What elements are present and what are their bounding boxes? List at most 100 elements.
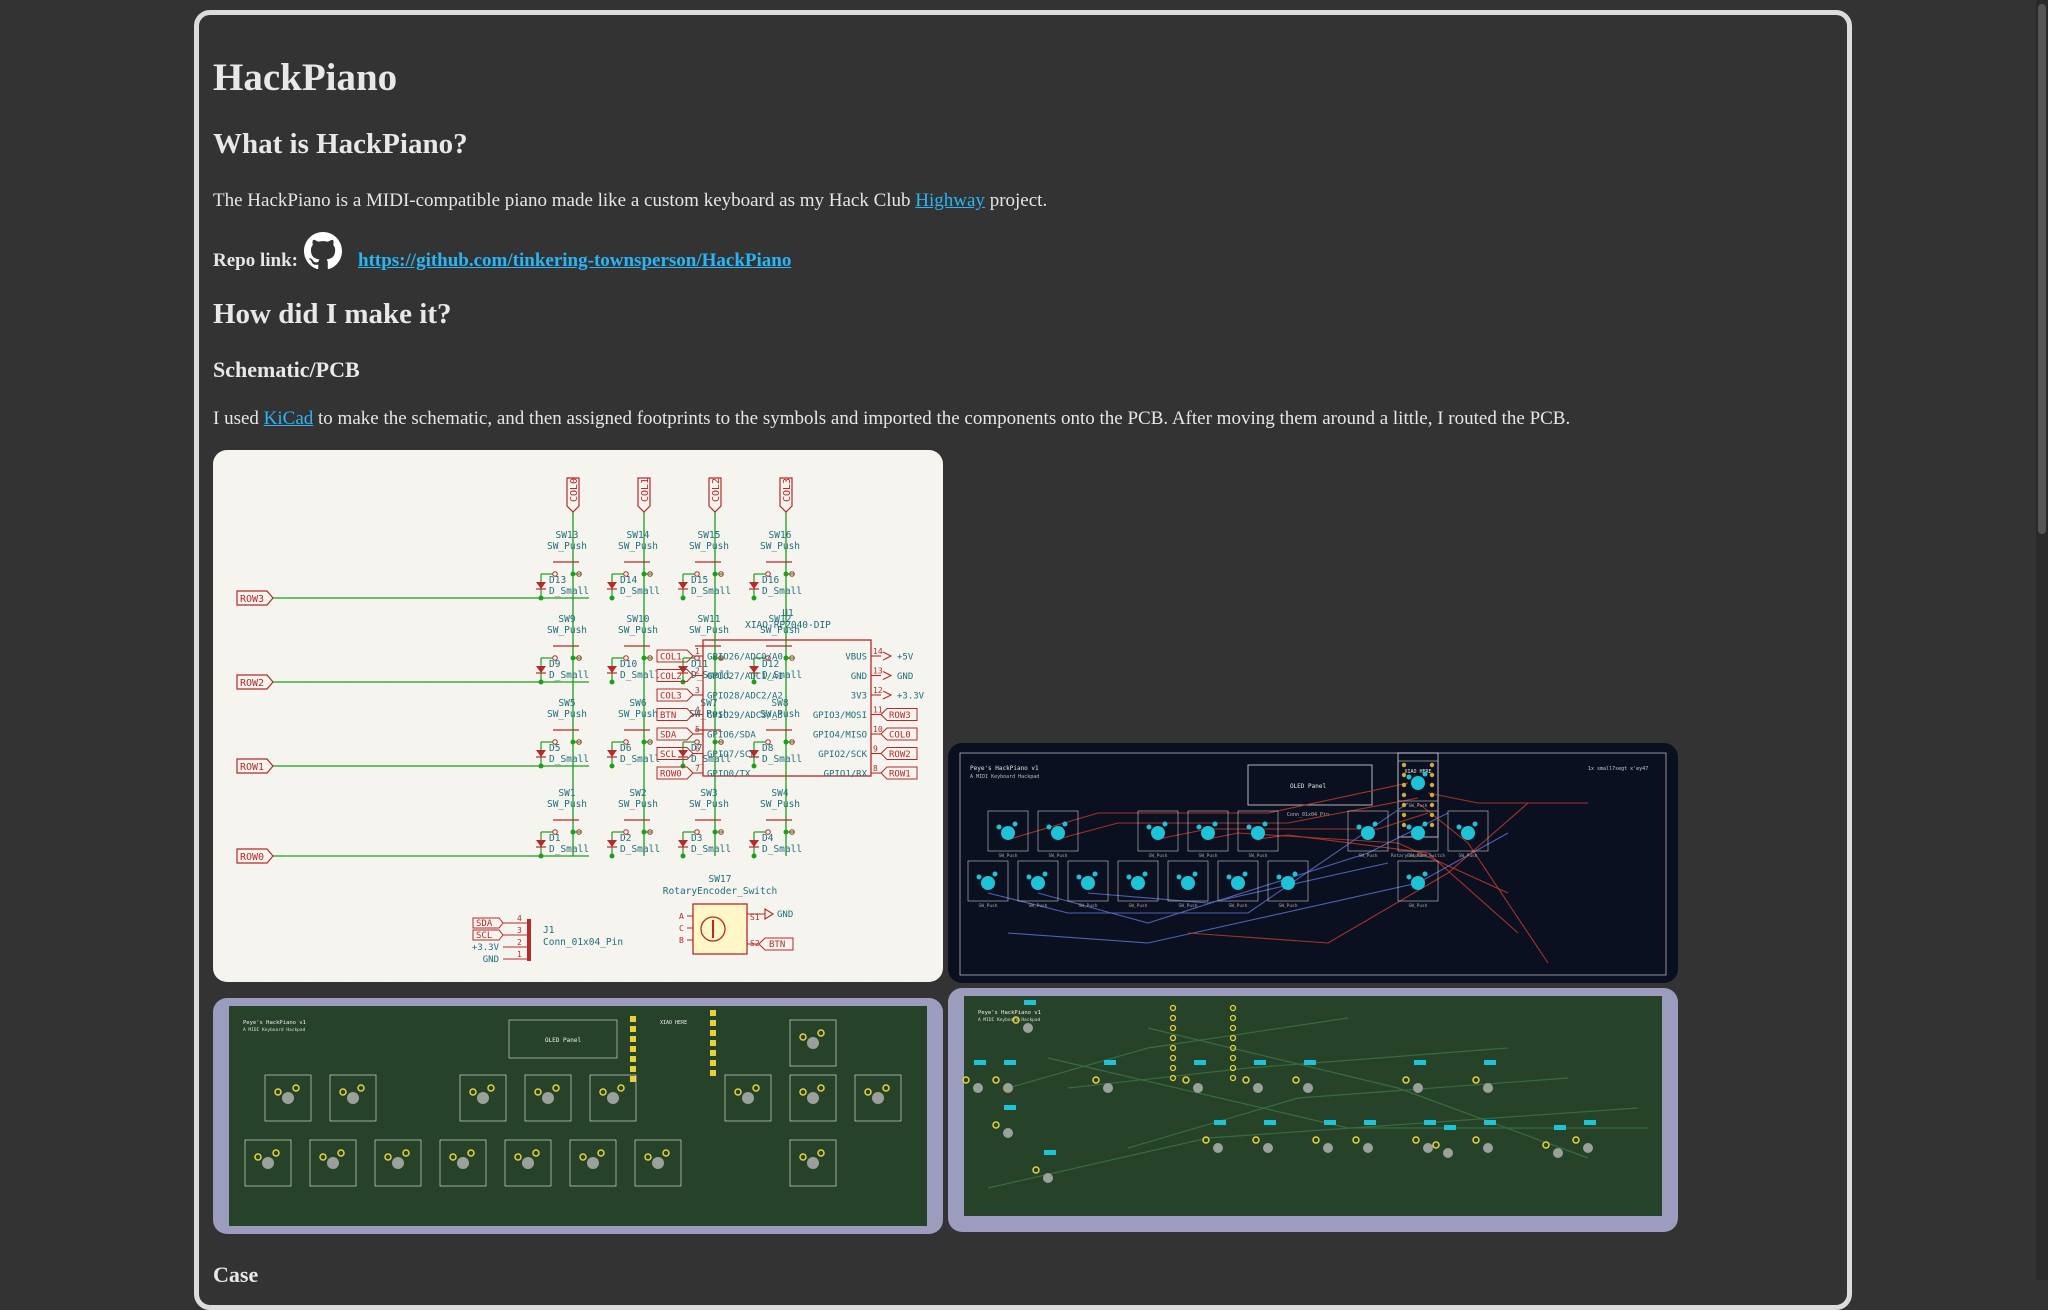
encoder-pin: B [679,936,684,945]
highway-link[interactable]: Highway [915,190,985,211]
junction [783,571,789,577]
github-icon[interactable] [304,232,342,276]
svg-text:SW_Push: SW_Push [1409,803,1428,809]
column-label: COL1 [640,478,651,502]
diode-value: D_Small [620,754,660,765]
switch-value: SW_Push [547,541,587,552]
junction [538,595,544,601]
svg-text:SW_Push: SW_Push [1459,853,1478,859]
diode-value: D_Small [620,670,660,681]
page-title: HackPiano [213,56,398,99]
pcb-board [964,996,1662,1216]
diode-value: D_Small [691,844,731,855]
pcb-switch-footprint: SW_Push [1447,810,1489,859]
diode-ref: D3 [691,833,702,844]
switch-value: SW_Push [760,541,800,552]
what-paragraph: The HackPiano is a MIDI-compatible piano… [213,190,1047,212]
switch-ref: SW14 [627,530,650,541]
mcu-pin-number: 13 [873,667,883,676]
kicad-link[interactable]: KiCad [264,408,314,429]
svg-text:SW_Push: SW_Push [999,853,1018,859]
pcb-routing-image: Peye's HackPiano v1 A MIDI Keyboard Hackp… [948,743,1678,983]
net-label: COL1 [660,653,682,663]
net-label: SDA [660,731,677,741]
pcb-title: Peye's HackPiano v1 [970,765,1039,772]
mcu-pin-number: 1 [695,647,700,656]
junction [680,595,686,601]
net-label: ROW1 [889,770,911,780]
gnd-symbol [764,908,775,920]
diode-ref: D2 [620,833,631,844]
pcb-routing-svg: Peye's HackPiano v1 A MIDI Keyboard Hackp… [959,752,1667,976]
switch-value: SW_Push [760,799,800,810]
page-scrollbar[interactable] [2036,0,2048,1280]
mcu-pin-right: VBUS [845,653,867,663]
svg-text:SW_Push: SW_Push [1409,903,1428,909]
mcu-pin-left: GPIO29/ADC3/A3 [707,711,783,721]
junction [783,739,789,745]
diode-value: D_Small [549,754,589,765]
conn-pin: 1 [517,950,522,959]
mcu-pin-number: 2 [695,667,700,676]
diode-symbol [678,582,688,589]
pcb-title: Peye's HackPiano v1 [243,1020,306,1026]
mcu-pin-number: 12 [873,686,883,695]
schematic-image: COL0 COL1 COL2 COL3 ROW3 SW13 SW_Push D13 D_Smal… [213,450,943,982]
switch-ref: SW5 [558,698,575,709]
conn-net: +3.3V [472,943,500,953]
mcu-pin-left: GPIO6/SDA [707,731,756,741]
diode-ref: D1 [549,833,561,844]
kicad-text-after: to make the schematic, and then assigned… [313,408,1571,429]
junction [609,679,615,685]
conn-net: SDA [476,919,493,929]
mcu-pin-number: 4 [695,706,700,715]
pcb-switch-footprint: SW_Push [1217,860,1259,909]
conn-pin: 2 [517,938,522,947]
junction [712,829,718,835]
junction [751,853,757,859]
junction [680,853,686,859]
diode-symbol [536,750,546,757]
diode-value: D_Small [762,844,802,855]
power-symbol [882,651,893,661]
pcb-front-image: Peye's HackPiano v1 A MIDI Keyboard Hackp… [213,998,943,1234]
encoder-ref: SW17 [709,874,732,885]
switch-ref: SW13 [556,530,579,541]
switch-value: SW_Push [618,625,658,636]
net-label: SCL [660,750,676,760]
switch-value: SW_Push [689,625,729,636]
net-label: COL3 [660,692,682,702]
diode-symbol [607,840,617,847]
schematic-heading: Schematic/PCB [213,357,360,382]
pcb-switch-footprint: SW_Push [1117,860,1159,909]
schematic-svg: COL0 COL1 COL2 COL3ROW3SW13SW_PushD13D_Smal… [222,450,934,982]
diode-value: D_Small [691,586,731,597]
diode-ref: D14 [620,575,637,586]
pcb-switch-footprint: SW_Push [1397,860,1439,909]
power-net: +5V [897,653,914,663]
repo-link[interactable]: https://github.com/tinkering-townsperson… [358,250,791,271]
svg-text:SW_Push: SW_Push [1079,903,1098,909]
diode-ref: D6 [620,743,632,754]
junction [751,763,757,769]
pcb-switch-footprint: SW_Push [1137,810,1179,859]
mcu-pin-number: 3 [695,686,700,695]
conn-label: Conn_01x04_Pin [1287,812,1329,818]
power-net: GND [897,672,913,682]
mcu-pin-right: GND [851,672,867,682]
pcb-switch-footprint: SW_Push [1067,860,1109,909]
what-heading: What is HackPiano? [213,128,468,160]
oled-label: OLED Panel [545,1037,582,1044]
diode-value: D_Small [549,586,589,597]
mcu-pin-number: 6 [695,745,700,754]
diode-symbol [749,582,759,589]
diode-ref: D8 [762,743,774,754]
switch-ref: SW2 [629,788,646,799]
junction [570,571,576,577]
scrollbar-thumb[interactable] [2038,4,2046,534]
power-symbol [882,690,893,700]
pcb-switch-footprint: SW_Push [1347,810,1389,859]
diode-value: D_Small [762,754,802,765]
pcb-switch-footprint: SW_Push [967,860,1009,909]
mcu-pin-left: GPIO28/ADC2/A2 [707,692,783,702]
